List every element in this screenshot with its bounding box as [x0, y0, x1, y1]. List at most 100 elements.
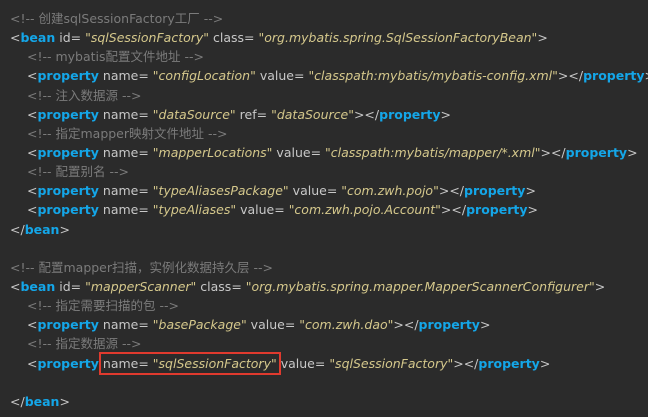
tag-name: property: [37, 144, 99, 160]
bracket: ></: [393, 317, 419, 333]
equals-sign: =: [138, 355, 153, 371]
bracket: >: [527, 202, 538, 218]
attribute-value: "typeAliases": [152, 202, 237, 218]
code-line: <!-- 创建sqlSessionFactory工厂 -->: [0, 9, 648, 28]
xml-comment: <!-- 注入数据源 -->: [27, 87, 142, 103]
attribute-name: name: [102, 202, 139, 218]
attribute: ref= "dataSource": [240, 107, 354, 122]
bracket: >: [59, 221, 70, 237]
equals-sign: =: [138, 106, 153, 122]
code-line: <!-- 注入数据源 -->: [0, 86, 648, 105]
bracket: ></: [453, 355, 479, 371]
tag-name: property: [379, 106, 441, 122]
bracket: >: [594, 278, 606, 294]
code-line: <property name= "sqlSessionFactory" valu…: [0, 351, 648, 375]
code-line: <property name= "typeAliasesPackage" val…: [0, 181, 648, 200]
attribute: id= "sqlSessionFactory": [59, 30, 209, 45]
code-line: <property name= "basePackage" value= "co…: [0, 315, 648, 334]
attribute-name: name: [102, 183, 139, 199]
xml-comment: <!-- 配置别名 -->: [27, 164, 129, 180]
tag-name: property: [583, 68, 645, 84]
tag-name: bean: [24, 221, 60, 237]
attribute-name: name: [102, 68, 139, 84]
attribute-name: value: [240, 202, 275, 218]
bracket: ></: [438, 183, 465, 199]
attribute-value: "classpath:mybatis/mybatis-config.xml": [308, 68, 558, 84]
equals-sign: =: [138, 317, 153, 333]
bracket: >: [645, 68, 648, 83]
code-line: <!-- 配置别名 -->: [0, 162, 648, 181]
attribute-name: class: [213, 30, 245, 46]
equals-sign: =: [70, 30, 86, 46]
equals-sign: =: [284, 317, 300, 333]
code-line: </bean>: [0, 220, 648, 239]
equals-sign: =: [244, 30, 259, 46]
xml-comment: <!-- 指定mapper映射文件地址 -->: [27, 125, 228, 141]
bracket: >: [479, 317, 491, 333]
bracket: </: [10, 221, 25, 237]
tag-name: property: [37, 183, 99, 199]
attribute: class= "org.mybatis.spring.SqlSessionFac…: [213, 30, 537, 45]
attribute-name: name: [102, 355, 139, 371]
attribute-value: "configLocation": [152, 68, 256, 84]
attribute-value: "com.zwh.pojo": [341, 183, 439, 199]
attribute-name: class: [200, 278, 232, 294]
bracket: >: [627, 144, 638, 160]
attribute: name= "mapperLocations": [103, 145, 273, 160]
bracket: ></: [353, 106, 380, 122]
xml-comment: <!-- 指定数据源 -->: [27, 336, 142, 352]
code-line: <!-- 指定数据源 -->: [0, 334, 648, 353]
bracket: ></: [540, 144, 566, 160]
tag-name: property: [37, 202, 99, 218]
attribute-value: "dataSource": [152, 106, 236, 122]
attribute-value: "sqlSessionFactory": [152, 355, 277, 371]
tag-name: property: [418, 317, 480, 333]
xml-code-editor[interactable]: <!-- 创建sqlSessionFactory工厂 --> <bean id= …: [0, 0, 648, 417]
bracket: <: [27, 317, 38, 333]
bracket: <: [10, 278, 21, 294]
tag-name: property: [37, 355, 99, 371]
attribute-name: value: [259, 68, 294, 84]
tag-name: property: [466, 202, 528, 218]
bracket: ></: [440, 202, 467, 218]
code-line: <!-- mybatis配置文件地址 -->: [0, 47, 648, 66]
equals-sign: =: [326, 183, 342, 199]
attribute-name: value: [276, 144, 311, 160]
equals-sign: =: [274, 202, 289, 218]
attribute: class= "org.mybatis.spring.mapper.Mapper…: [200, 279, 594, 294]
attribute: name= "typeAliases": [103, 202, 236, 217]
code-line: <bean id= "mapperScanner" class= "org.my…: [0, 277, 648, 296]
attribute-name: name: [102, 317, 139, 333]
tag-name: bean: [20, 30, 56, 46]
attribute-value: "dataSource": [271, 106, 354, 122]
attribute: value= "classpath:mybatis/mapper/*.xml": [276, 145, 540, 160]
tag-name: property: [37, 317, 99, 333]
bracket: </: [10, 393, 25, 409]
bracket: >: [59, 393, 70, 409]
tag-name: property: [464, 183, 526, 199]
code-line: <bean id= "sqlSessionFactory" class= "or…: [0, 28, 648, 47]
code-line: <property name= "configLocation" value= …: [0, 66, 648, 85]
tag-name: property: [478, 355, 540, 371]
bracket: <: [27, 106, 38, 122]
attribute-name: id: [59, 30, 71, 46]
tag-name: bean: [24, 393, 60, 409]
equals-sign: =: [314, 355, 330, 371]
attribute-value: "mapperScanner": [85, 278, 197, 294]
xml-comment: <!-- 指定需要扫描的包 -->: [27, 298, 179, 314]
attribute-name: ref: [239, 106, 257, 122]
xml-comment: <!-- 配置mapper扫描，实例化数据持久层 -->: [10, 259, 273, 275]
attribute-value: "org.mybatis.spring.mapper.MapperScanner…: [245, 278, 595, 294]
code-line: <property name= "typeAliases" value= "co…: [0, 200, 648, 219]
equals-sign: =: [138, 68, 153, 84]
attribute: name= "configLocation": [103, 68, 256, 83]
code-line: <property name= "dataSource" ref= "dataS…: [0, 105, 648, 124]
code-line: <!-- 指定需要扫描的包 -->: [0, 296, 648, 315]
equals-sign: =: [70, 278, 86, 294]
attribute: name= "basePackage": [103, 317, 247, 332]
equals-sign: =: [231, 278, 246, 294]
attribute-name: value: [292, 183, 327, 199]
code-line: <!-- 指定mapper映射文件地址 -->: [0, 124, 648, 143]
